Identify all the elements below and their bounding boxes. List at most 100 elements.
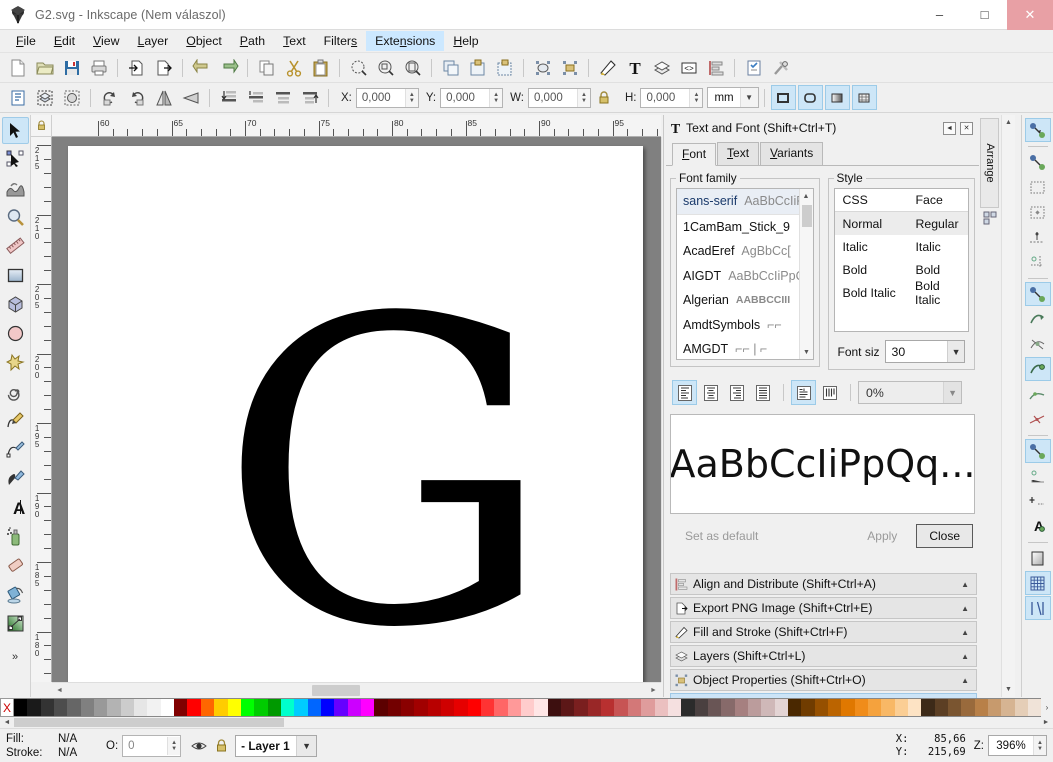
node-tool[interactable]	[2, 146, 29, 173]
align-right-button[interactable]	[724, 380, 749, 405]
layer-lock-icon[interactable]	[214, 738, 229, 753]
undo-icon[interactable]	[189, 55, 214, 80]
chevron-down-icon[interactable]: ▼	[943, 382, 961, 403]
palette-swatch[interactable]	[655, 699, 668, 716]
affect-stroke-icon[interactable]	[771, 85, 796, 110]
select-all-icon[interactable]	[5, 85, 30, 110]
lock-ratio-icon[interactable]	[592, 85, 617, 110]
font-list-scrollbar[interactable]: ▲ ▼	[799, 189, 813, 359]
palette-swatch[interactable]	[681, 699, 694, 716]
line-spacing-input[interactable]	[859, 383, 943, 403]
palette-swatch[interactable]	[921, 699, 934, 716]
opacity-stepper[interactable]: ▲▼	[167, 737, 180, 755]
scroll-up-icon[interactable]: ▲	[800, 189, 813, 203]
palette-swatch[interactable]	[828, 699, 841, 716]
palette-swatch[interactable]	[895, 699, 908, 716]
panel-close-button[interactable]: ✕	[960, 122, 973, 135]
scroll-down-icon[interactable]: ▼	[1002, 683, 1015, 696]
palette-swatch[interactable]	[321, 699, 334, 716]
palette-swatch[interactable]	[414, 699, 427, 716]
style-row[interactable]: Bold Italic Bold Italic	[835, 281, 969, 304]
collapsed-panel-export-png[interactable]: Export PNG Image (Shift+Ctrl+E) ▲	[670, 597, 977, 619]
snap-grids-button[interactable]	[1025, 571, 1051, 595]
paste-icon[interactable]	[308, 55, 333, 80]
palette-swatch[interactable]	[361, 699, 374, 716]
palette-strip[interactable]	[14, 698, 1041, 717]
palette-swatch[interactable]	[401, 699, 414, 716]
text-horizontal-button[interactable]	[791, 380, 816, 405]
palette-swatch[interactable]	[748, 699, 761, 716]
save-document-icon[interactable]	[59, 55, 84, 80]
affect-pattern-icon[interactable]	[852, 85, 877, 110]
pencil-tool[interactable]	[2, 407, 29, 434]
new-document-icon[interactable]	[5, 55, 30, 80]
raise-to-top-icon[interactable]	[297, 85, 322, 110]
palette-swatch[interactable]	[147, 699, 160, 716]
snap-page-border-button[interactable]	[1025, 546, 1051, 570]
height-field-input[interactable]	[641, 89, 689, 107]
palette-swatch[interactable]	[334, 699, 347, 716]
palette-swatch[interactable]	[614, 699, 627, 716]
palette-swatch[interactable]	[201, 699, 214, 716]
palette-swatch[interactable]	[94, 699, 107, 716]
palette-swatch[interactable]	[1028, 699, 1041, 716]
snap-guides-button[interactable]	[1025, 596, 1051, 620]
palette-swatch[interactable]	[14, 699, 27, 716]
snap-text-baselines-button[interactable]: A	[1025, 514, 1051, 538]
height-field-stepper[interactable]: ▲▼	[689, 89, 702, 107]
flip-vertical-icon[interactable]	[178, 85, 203, 110]
vertical-ruler[interactable]: 215210205200195190185180	[31, 137, 52, 682]
palette-swatch[interactable]	[268, 699, 281, 716]
x-field[interactable]: ▲▼	[356, 88, 419, 108]
xml-editor-icon[interactable]: <>	[676, 55, 701, 80]
palette-swatch[interactable]	[27, 699, 40, 716]
menu-object[interactable]: Object	[177, 31, 231, 51]
dock-scrollbar[interactable]: ▲ ▼	[1001, 115, 1015, 697]
palette-scroll-thumb[interactable]	[14, 718, 284, 727]
style-row[interactable]: Italic Italic	[835, 235, 969, 258]
set-as-default-button[interactable]: Set as default	[672, 524, 771, 548]
align-justify-button[interactable]	[750, 380, 775, 405]
rectangle-tool[interactable]	[2, 262, 29, 289]
spiral-tool[interactable]	[2, 378, 29, 405]
selector-tool[interactable]	[2, 117, 29, 144]
snap-bbox-edges-button[interactable]	[1025, 175, 1051, 199]
palette-swatch[interactable]	[254, 699, 267, 716]
y-field-stepper[interactable]: ▲▼	[489, 89, 502, 107]
chevron-down-icon[interactable]: ▼	[296, 736, 316, 756]
snap-to-paths-button[interactable]	[1025, 307, 1051, 331]
zoom-drawing-icon[interactable]	[373, 55, 398, 80]
snap-object-centers-button[interactable]	[1025, 464, 1051, 488]
palette-swatch[interactable]	[41, 699, 54, 716]
object-fill-stroke-icon[interactable]	[530, 55, 555, 80]
palette-swatch[interactable]	[574, 699, 587, 716]
zoom-page-icon[interactable]	[400, 55, 425, 80]
box3d-tool[interactable]	[2, 291, 29, 318]
chevron-up-icon[interactable]: ▲	[961, 628, 969, 637]
palette-swatch[interactable]	[187, 699, 200, 716]
height-field[interactable]: ▲▼	[640, 88, 703, 108]
palette-swatch[interactable]	[815, 699, 828, 716]
select-all-layers-icon[interactable]	[32, 85, 57, 110]
layers-icon[interactable]	[649, 55, 674, 80]
chevron-down-icon[interactable]: ▼	[947, 341, 964, 362]
no-color-swatch[interactable]: X	[0, 698, 14, 717]
snap-smooth-nodes-button[interactable]	[1025, 382, 1051, 406]
document-properties-icon[interactable]	[741, 55, 766, 80]
collapsed-panel-fill-stroke[interactable]: Fill and Stroke (Shift+Ctrl+F) ▲	[670, 621, 977, 643]
menu-extensions[interactable]: Extensions	[366, 31, 444, 51]
menu-filters[interactable]: Filters	[315, 31, 366, 51]
palette-swatch[interactable]	[508, 699, 521, 716]
palette-scroll-right-icon[interactable]: ›	[1041, 698, 1053, 717]
palette-swatch[interactable]	[348, 699, 361, 716]
palette-swatch[interactable]	[121, 699, 134, 716]
palette-swatch[interactable]	[1015, 699, 1028, 716]
palette-swatch[interactable]	[788, 699, 801, 716]
palette-swatch[interactable]	[735, 699, 748, 716]
scroll-left-icon[interactable]: ◄	[1, 717, 13, 728]
palette-swatch[interactable]	[481, 699, 494, 716]
align-left-button[interactable]	[672, 380, 697, 405]
width-field-input[interactable]	[529, 89, 577, 107]
palette-swatch[interactable]	[107, 699, 120, 716]
font-list-item[interactable]: AmdtSymbols ⌐⌐	[677, 313, 813, 338]
